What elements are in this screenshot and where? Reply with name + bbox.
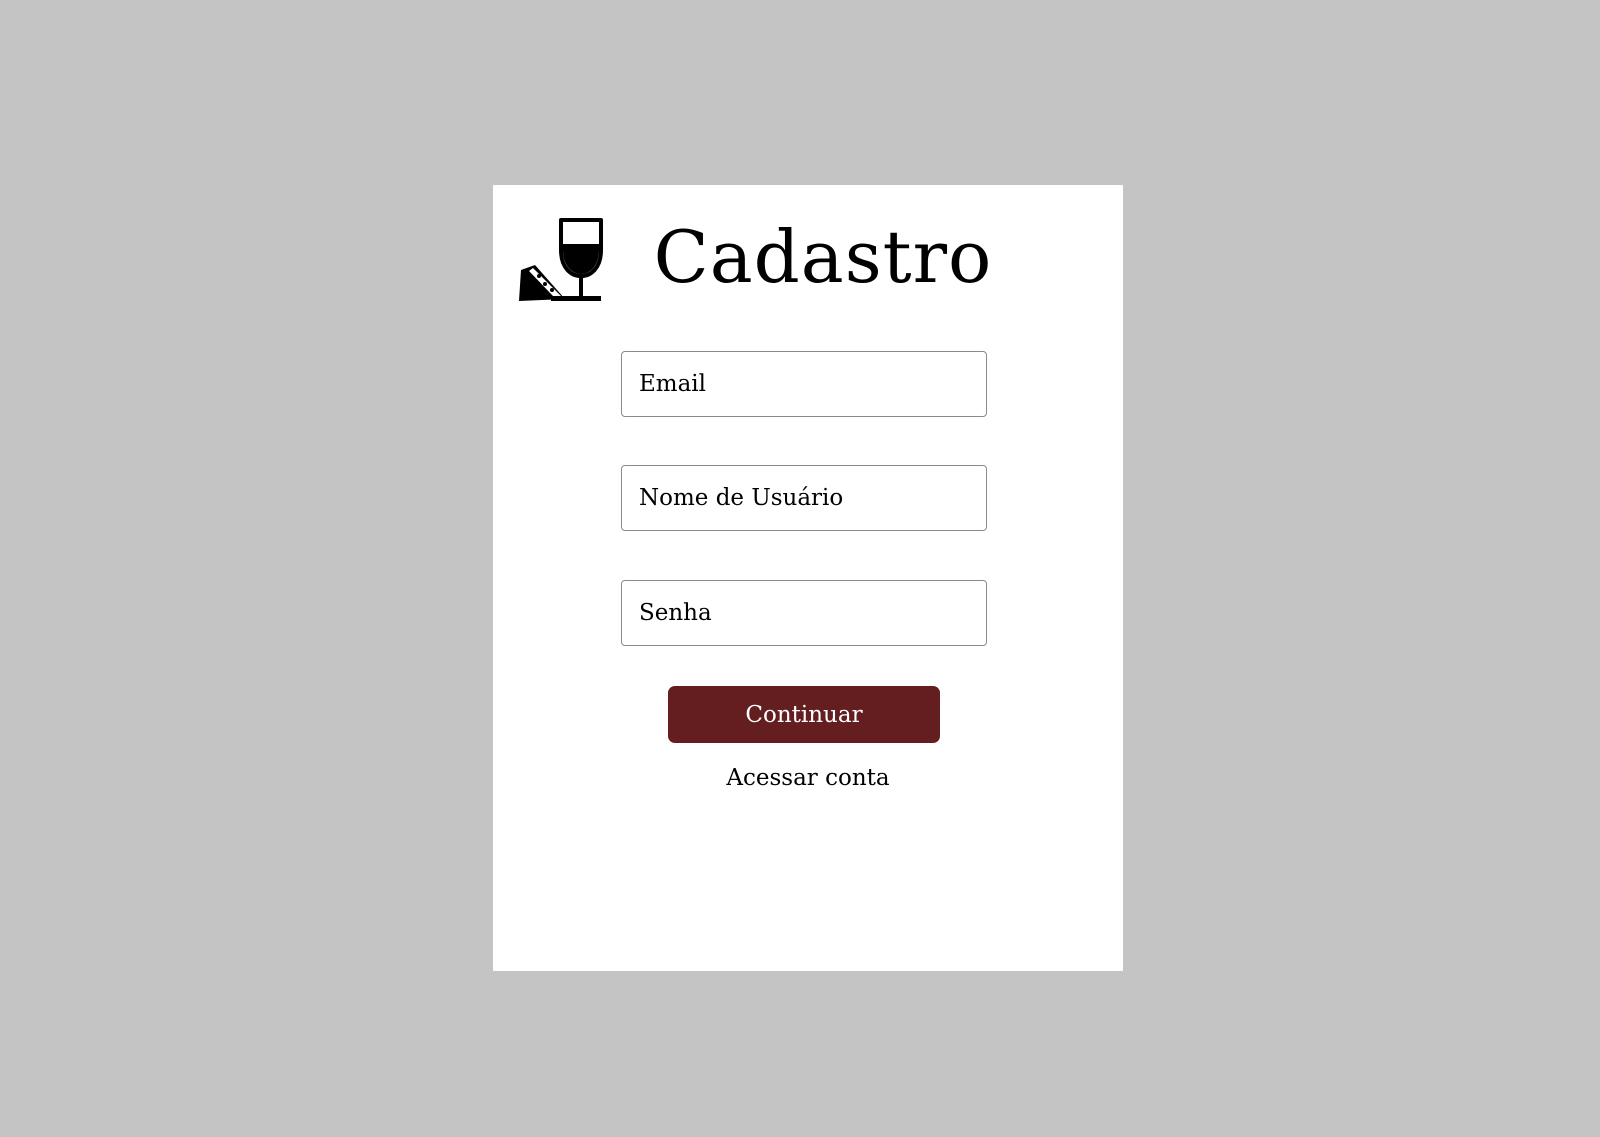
login-link[interactable]: Acessar conta — [493, 765, 1123, 791]
email-field-container — [621, 351, 987, 417]
username-field[interactable] — [622, 466, 986, 530]
email-field[interactable] — [622, 352, 986, 416]
password-field[interactable] — [622, 581, 986, 645]
signup-card: Cadastro Continuar Acessar conta — [493, 185, 1123, 971]
page-title: Cadastro — [653, 215, 993, 299]
password-field-container — [621, 580, 987, 646]
continue-button[interactable]: Continuar — [668, 686, 940, 743]
username-field-container — [621, 465, 987, 531]
